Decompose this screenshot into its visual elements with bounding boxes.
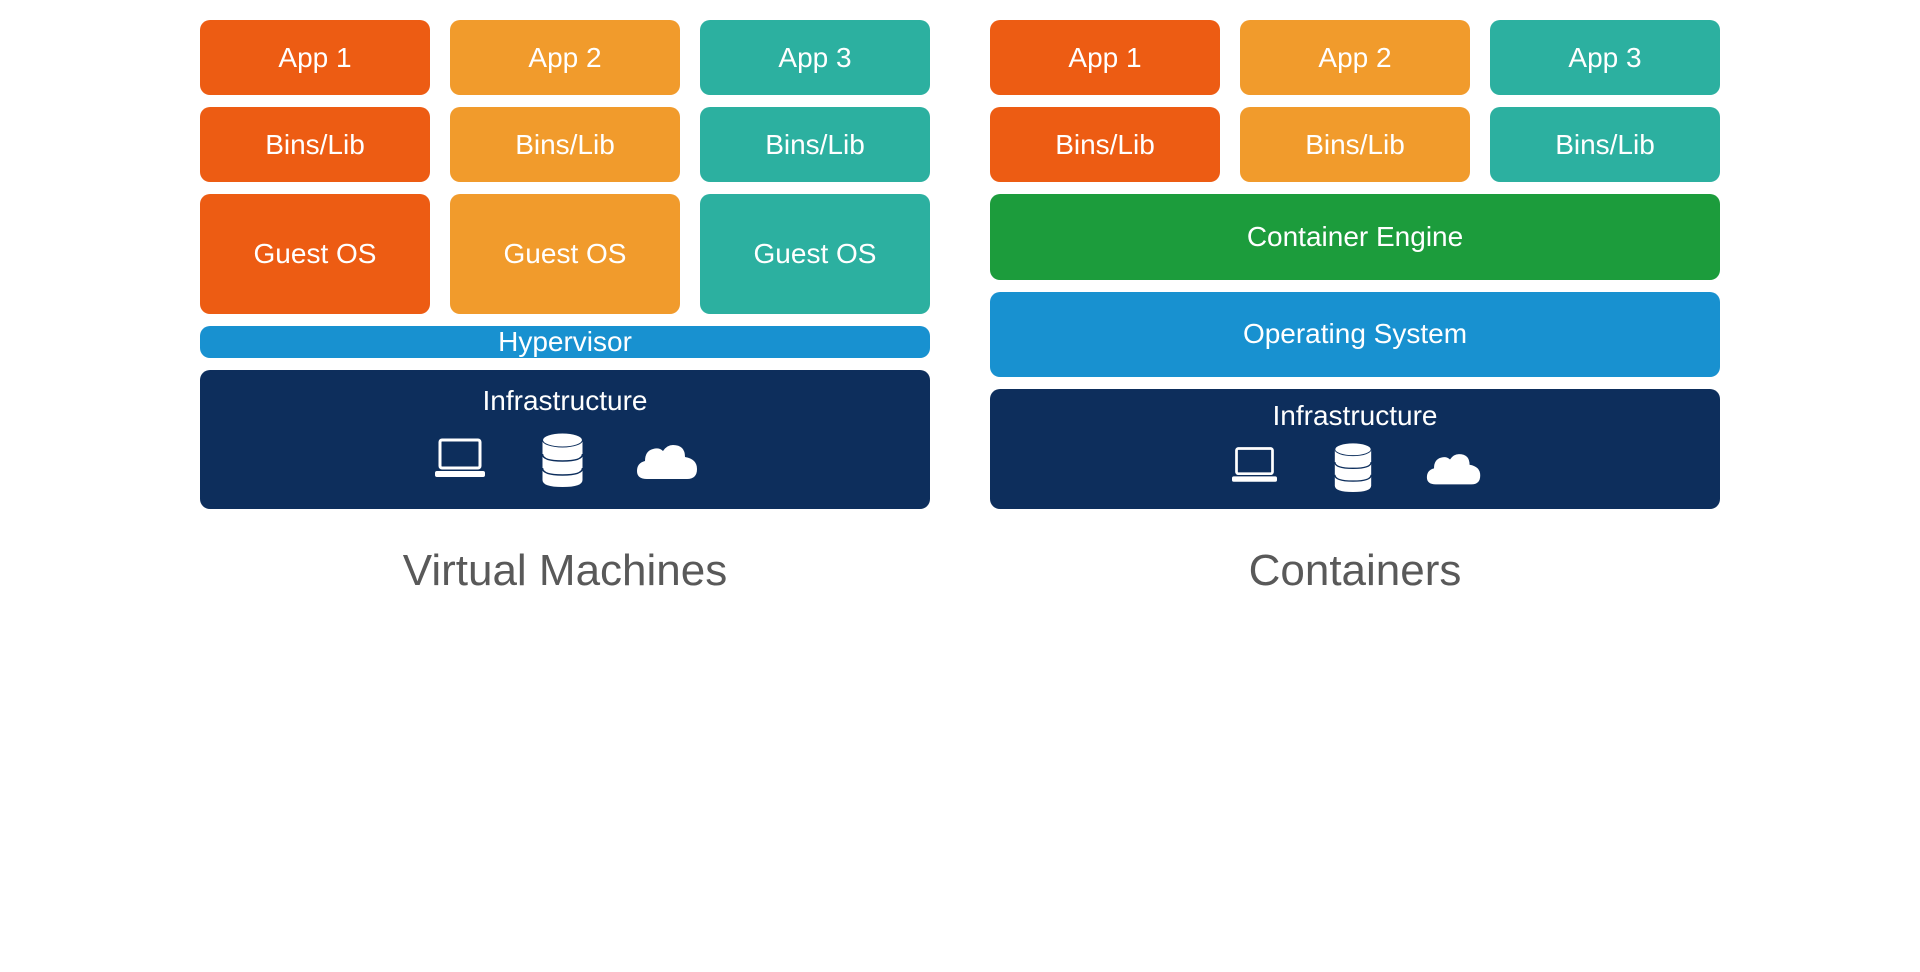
- containers-engine: Container Engine: [990, 194, 1720, 280]
- vm-app-2: App 2: [450, 20, 680, 95]
- containers-title: Containers: [990, 546, 1720, 596]
- vm-bins-2: Bins/Lib: [450, 107, 680, 182]
- containers-os: Operating System: [990, 292, 1720, 378]
- vm-guestos-1: Guest OS: [200, 194, 430, 314]
- vm-infra-icons: [430, 432, 700, 494]
- containers-bins-2: Bins/Lib: [1240, 107, 1470, 182]
- database-icon: [1332, 442, 1374, 499]
- vm-hypervisor: Hypervisor: [200, 326, 930, 358]
- containers-bins-3: Bins/Lib: [1490, 107, 1720, 182]
- containers-app-1: App 1: [990, 20, 1220, 95]
- vm-app-3: App 3: [700, 20, 930, 95]
- containers-infrastructure: Infrastructure: [990, 389, 1720, 509]
- laptop-icon: [430, 435, 490, 492]
- containers-app-3: App 3: [1490, 20, 1720, 95]
- vm-guestos-2: Guest OS: [450, 194, 680, 314]
- vm-bins-row: Bins/Lib Bins/Lib Bins/Lib: [200, 107, 930, 182]
- diagram-container: App 1 App 2 App 3 Bins/Lib Bins/Lib Bins…: [200, 20, 1720, 596]
- containers-infra-label: Infrastructure: [1273, 400, 1438, 432]
- vm-guestos-3: Guest OS: [700, 194, 930, 314]
- containers-bins-1: Bins/Lib: [990, 107, 1220, 182]
- vm-infra-label: Infrastructure: [483, 385, 648, 417]
- vm-apps-row: App 1 App 2 App 3: [200, 20, 930, 95]
- vm-stack: App 1 App 2 App 3 Bins/Lib Bins/Lib Bins…: [200, 20, 930, 596]
- vm-bins-3: Bins/Lib: [700, 107, 930, 182]
- cloud-icon: [635, 437, 700, 489]
- cloud-icon: [1424, 447, 1484, 494]
- laptop-icon: [1227, 444, 1282, 496]
- vm-title: Virtual Machines: [200, 546, 930, 596]
- vm-guestos-row: Guest OS Guest OS Guest OS: [200, 194, 930, 314]
- containers-infra-icons: [1227, 442, 1484, 499]
- vm-app-1: App 1: [200, 20, 430, 95]
- containers-bins-row: Bins/Lib Bins/Lib Bins/Lib: [990, 107, 1720, 182]
- database-icon: [540, 432, 585, 494]
- containers-stack: App 1 App 2 App 3 Bins/Lib Bins/Lib Bins…: [990, 20, 1720, 596]
- vm-bins-1: Bins/Lib: [200, 107, 430, 182]
- containers-apps-row: App 1 App 2 App 3: [990, 20, 1720, 95]
- containers-app-2: App 2: [1240, 20, 1470, 95]
- vm-infrastructure: Infrastructure: [200, 370, 930, 509]
